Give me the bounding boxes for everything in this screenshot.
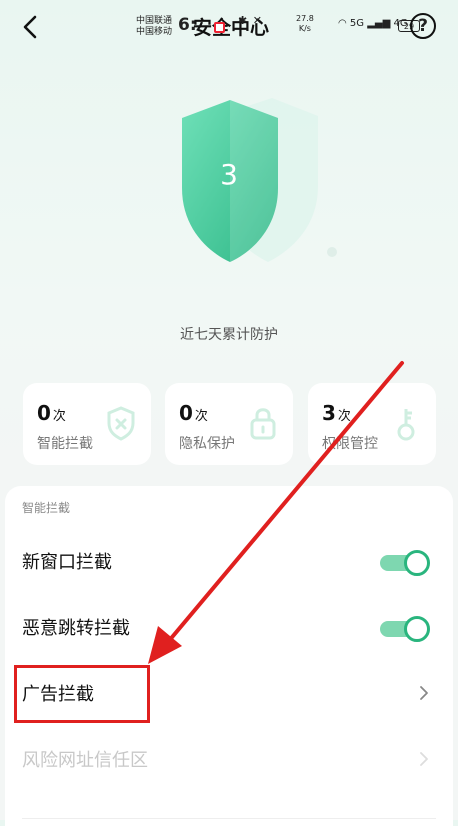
divider [22,818,436,819]
back-arrow-icon[interactable] [18,14,44,40]
net-speed-value: 27.8 [296,14,314,23]
carrier-2: 中国移动 [136,27,173,37]
toggle-knob [404,616,430,642]
protection-count: 3 [220,158,238,191]
chevron-right-icon [420,752,428,766]
net-speed-unit: K/s [298,24,311,33]
stat-label: 权限管控 [322,436,378,452]
row-ad-block[interactable]: 广告拦截 [5,664,453,724]
toggle-knob [404,550,430,576]
stat-number: 0 [37,401,51,425]
stat-card-smart-block[interactable]: 0次 智能拦截 [23,383,151,465]
signal-icon: ▂▄▆ [367,18,391,29]
row-new-window-block[interactable]: 新窗口拦截 [5,532,453,592]
status-bar: 中国联通 中国移动 6: 安全中心 ✱ ✕ 27.8 K/s ◠ 5G ▂▄▆ … [0,0,458,54]
carrier-1: 中国联通 [136,16,173,26]
bluetooth-icon: ✱ [238,14,249,27]
key-icon [397,409,415,441]
row-label: 新窗口拦截 [22,552,112,573]
network-5g-label: 5G [349,18,365,29]
lock-icon [250,408,276,440]
protection-caption: 近七天累计防护 [180,327,278,343]
stat-number: 0 [179,401,193,425]
row-label: 风险网址信任区 [22,750,148,771]
stat-card-permission[interactable]: 3次 权限管控 [308,383,436,465]
wifi-icon: ◠ [338,18,347,29]
chevron-right-icon [420,686,428,700]
stat-unit: 次 [337,409,351,424]
screen-record-icon [214,22,225,33]
stat-unit: 次 [194,409,208,424]
stat-value: 0次 [179,401,208,425]
row-malicious-redirect-block[interactable]: 恶意跳转拦截 [5,598,453,658]
malicious-redirect-toggle[interactable] [380,616,432,642]
row-label: 广告拦截 [22,684,94,705]
stat-value: 3次 [322,401,351,425]
stat-value: 0次 [37,401,66,425]
stat-unit: 次 [52,409,66,424]
row-risk-url-trust-zone[interactable]: 风险网址信任区 [5,730,453,790]
status-icons: ✱ ✕ [238,14,263,27]
carrier-info: 中国联通 中国移动 [136,16,172,38]
new-window-block-toggle[interactable] [380,550,432,576]
stat-number: 3 [322,401,336,425]
row-label: 恶意跳转拦截 [22,618,130,639]
stat-label: 隐私保护 [179,436,235,452]
shield-x-icon [107,406,135,441]
mute-icon: ✕ [252,14,263,27]
section-title: 智能拦截 [22,501,71,515]
stat-card-privacy[interactable]: 0次 隐私保护 [165,383,293,465]
net-speed: 27.8 K/s [296,14,314,34]
help-button[interactable]: ? [410,13,436,39]
stat-label: 智能拦截 [37,436,93,452]
